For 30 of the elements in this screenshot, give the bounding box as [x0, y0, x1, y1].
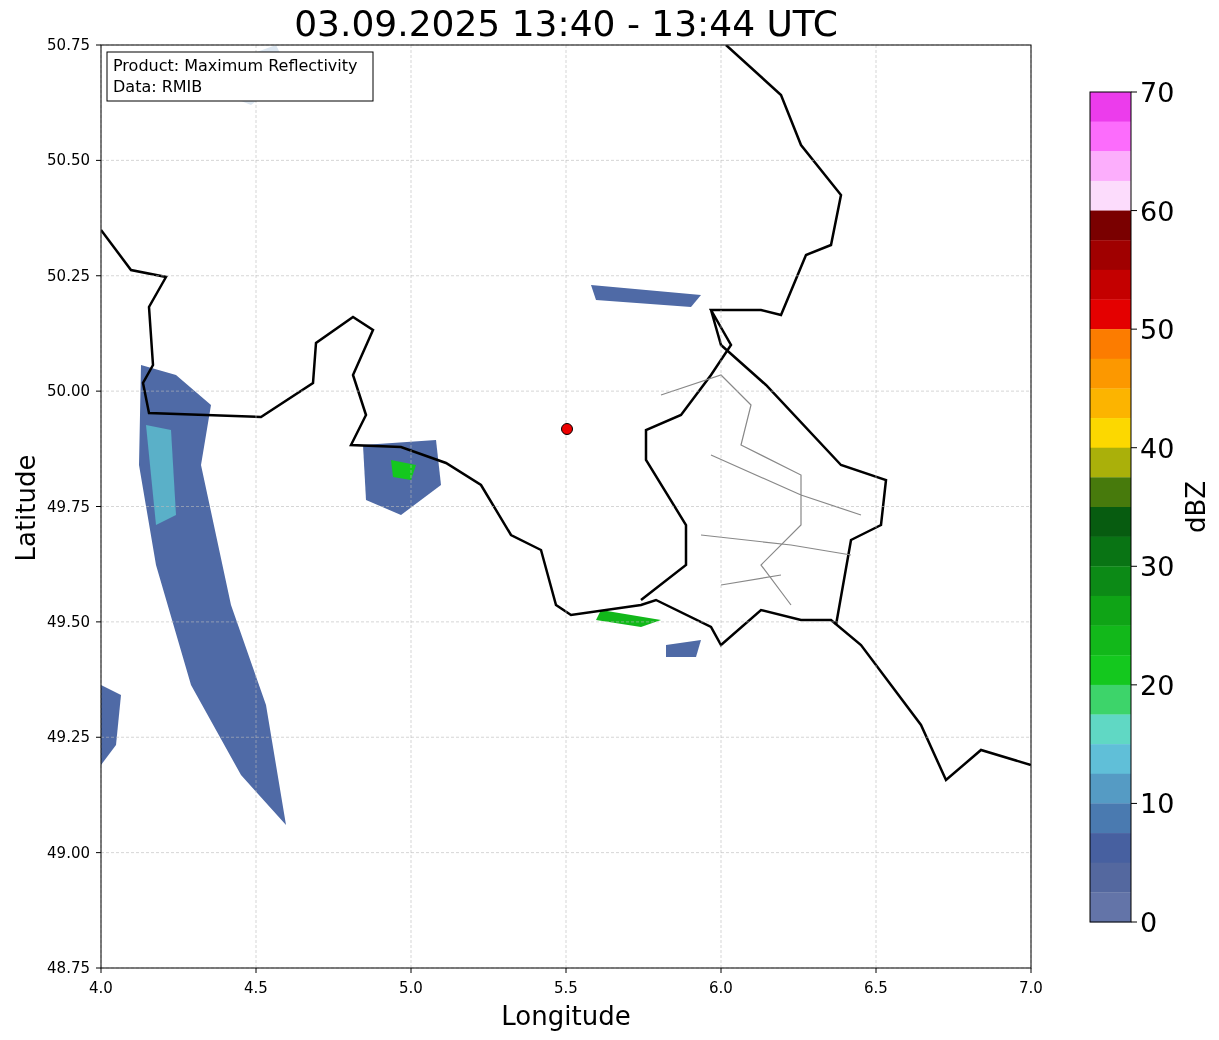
tick-label: 7.0 — [1019, 979, 1043, 997]
plot-title: 03.09.2025 13:40 - 13:44 UTC — [294, 3, 838, 44]
tick-label: 49.00 — [47, 843, 90, 862]
axis-label: Longitude — [501, 1001, 631, 1031]
tick-label: 49.75 — [47, 497, 90, 516]
tick-label: 49.25 — [47, 728, 90, 747]
tick-label: 10 — [1140, 788, 1175, 820]
tick-label: 50.75 — [47, 36, 90, 54]
tick-label: 30 — [1140, 551, 1175, 583]
info-box: Product: Maximum Reflectivity Data: RMIB — [106, 51, 374, 102]
radar-site-marker — [561, 423, 573, 435]
tick-label: 5.0 — [399, 979, 423, 997]
tick-label: 60 — [1140, 195, 1175, 227]
tick-label: 6.0 — [709, 979, 733, 997]
tick-label: 40 — [1140, 432, 1175, 464]
axis-label: dBZ — [1181, 480, 1211, 534]
tick-label: 5.5 — [554, 979, 578, 997]
tick-label: 0 — [1140, 907, 1158, 938]
tick-label: 20 — [1140, 669, 1175, 701]
tick-label: 49.50 — [47, 612, 90, 631]
tick-label: 50.50 — [47, 151, 90, 170]
tick-label: 70 — [1140, 77, 1175, 108]
tick-label: 4.0 — [89, 979, 113, 997]
axis-label: Latitude — [11, 454, 41, 562]
tick-label: 48.75 — [47, 959, 90, 977]
tick-label: 6.5 — [864, 979, 888, 997]
tick-label: 50.00 — [47, 382, 90, 401]
tick-label: 4.5 — [244, 979, 268, 997]
tick-label: 50.25 — [47, 266, 90, 285]
tick-label: 50 — [1140, 314, 1175, 346]
